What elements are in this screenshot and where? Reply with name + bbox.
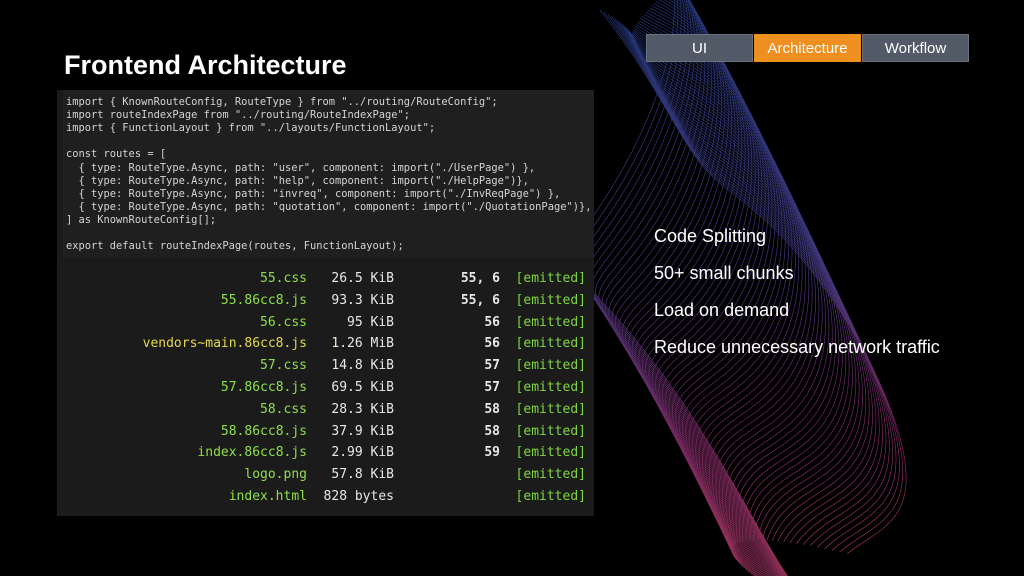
bullet-small-chunks: 50+ small chunks <box>654 263 794 283</box>
asset-chunks: 55, 6 <box>460 292 500 308</box>
code-line: export default routeIndexPage(routes, Fu… <box>66 240 404 253</box>
code-line: { type: RouteType.Async, path: "help", c… <box>66 174 529 187</box>
emitted-flag: [emitted] <box>515 358 586 374</box>
emitted-flag: [emitted] <box>515 467 586 483</box>
asset-name: vendors~main.86cc8.js <box>142 336 307 352</box>
build-output-row: 57.css 14.8 KiB 57 [emitted] <box>57 358 594 380</box>
emitted-flag: [emitted] <box>515 336 586 352</box>
build-output-row: 56.css 95 KiB 56 [emitted] <box>57 315 594 337</box>
asset-chunks: 58 <box>484 423 500 439</box>
asset-chunks: 57 <box>484 358 500 374</box>
code-editor-panel: import { KnownRouteConfig, RouteType } f… <box>57 90 594 258</box>
asset-size: 37.9 KiB <box>331 423 394 439</box>
asset-name: 57.css <box>260 358 307 374</box>
build-output-panel: 55.css 26.5 KiB 55, 6 [emitted] 55.86cc8.js 9… <box>57 258 594 516</box>
emitted-flag: [emitted] <box>515 445 586 461</box>
emitted-flag: [emitted] <box>515 423 586 439</box>
asset-size: 26.5 KiB <box>331 271 394 286</box>
bullet-code-splitting: Code Splitting <box>654 226 767 246</box>
asset-name: 58.86cc8.js <box>220 423 307 439</box>
asset-name: 56.css <box>260 314 307 330</box>
build-output-row: 55.css 26.5 KiB 55, 6 [emitted] <box>57 271 594 293</box>
page-title: Frontend Architecture <box>64 50 347 80</box>
asset-size: 95 KiB <box>347 314 394 330</box>
code-line: import { FunctionLayout } from "../layou… <box>66 122 436 135</box>
asset-chunks: 56 <box>484 314 500 330</box>
build-output-row: index.86cc8.js 2.99 KiB 59 [emitted] <box>57 445 594 467</box>
tab-ui[interactable]: UI <box>646 34 753 62</box>
editor-gutter <box>57 90 63 258</box>
emitted-flag: [emitted] <box>515 401 586 417</box>
build-output-row: 58.86cc8.js 37.9 KiB 58 [emitted] <box>57 424 594 446</box>
build-output-row: logo.png 57.8 KiB [emitted] <box>57 467 594 489</box>
build-output-row: index.html 828 bytes [emitted] <box>57 489 594 511</box>
tab-architecture[interactable]: Architecture <box>754 34 861 62</box>
tab-bar: UI Architecture Workflow <box>645 34 969 62</box>
asset-name: 55.86cc8.js <box>220 292 307 308</box>
build-output-row: 58.css 28.3 KiB 58 [emitted] <box>57 402 594 424</box>
build-output-row: 57.86cc8.js 69.5 KiB 57 [emitted] <box>57 380 594 402</box>
asset-chunks: 56 <box>484 336 500 352</box>
asset-size: 69.5 KiB <box>331 380 394 395</box>
build-output-row: 55.86cc8.js 93.3 KiB 55, 6 [emitted] <box>57 293 594 315</box>
asset-size: 2.99 KiB <box>331 445 394 461</box>
emitted-flag: [emitted] <box>515 380 586 395</box>
code-line: import routeIndexPage from "../routing/R… <box>66 109 411 122</box>
emitted-flag: [emitted] <box>515 314 586 330</box>
bullet-list: Code Splitting 50+ small chunks Load on … <box>654 225 940 373</box>
asset-size: 828 bytes <box>323 489 394 504</box>
asset-name: 57.86cc8.js <box>220 380 307 395</box>
asset-chunks: 59 <box>484 445 500 461</box>
asset-name: index.86cc8.js <box>197 445 307 461</box>
asset-chunks: 55, 6 <box>460 271 500 286</box>
asset-name: 58.css <box>260 401 307 417</box>
emitted-flag: [emitted] <box>515 489 586 504</box>
code-line: import { KnownRouteConfig, RouteType } f… <box>66 96 498 108</box>
emitted-flag: [emitted] <box>515 292 586 308</box>
bullet-load-on-demand: Load on demand <box>654 300 790 320</box>
code-line: ] as KnownRouteConfig[]; <box>66 213 217 226</box>
asset-chunks: 57 <box>484 380 500 395</box>
code-line: { type: RouteType.Async, path: "invreq",… <box>66 187 561 200</box>
asset-size: 57.8 KiB <box>331 467 394 483</box>
code-line: const routes = [ <box>66 148 167 161</box>
asset-name: logo.png <box>244 467 307 483</box>
build-output-row: vendors~main.86cc8.js 1.26 MiB 56 [emitted] <box>57 336 594 358</box>
tab-workflow[interactable]: Workflow <box>862 34 969 62</box>
bullet-reduce-traffic: Reduce unnecessary network traffic <box>654 337 940 357</box>
code-line: { type: RouteType.Async, path: "user", c… <box>66 161 536 174</box>
asset-chunks: 58 <box>484 401 500 417</box>
asset-size: 28.3 KiB <box>331 401 394 417</box>
asset-name: 55.css <box>260 271 307 286</box>
emitted-flag: [emitted] <box>515 271 586 286</box>
asset-name: index.html <box>228 489 307 504</box>
asset-size: 93.3 KiB <box>331 292 394 308</box>
code-line: { type: RouteType.Async, path: "quotatio… <box>66 200 592 213</box>
asset-size: 1.26 MiB <box>331 336 394 352</box>
asset-size: 14.8 KiB <box>331 358 394 374</box>
